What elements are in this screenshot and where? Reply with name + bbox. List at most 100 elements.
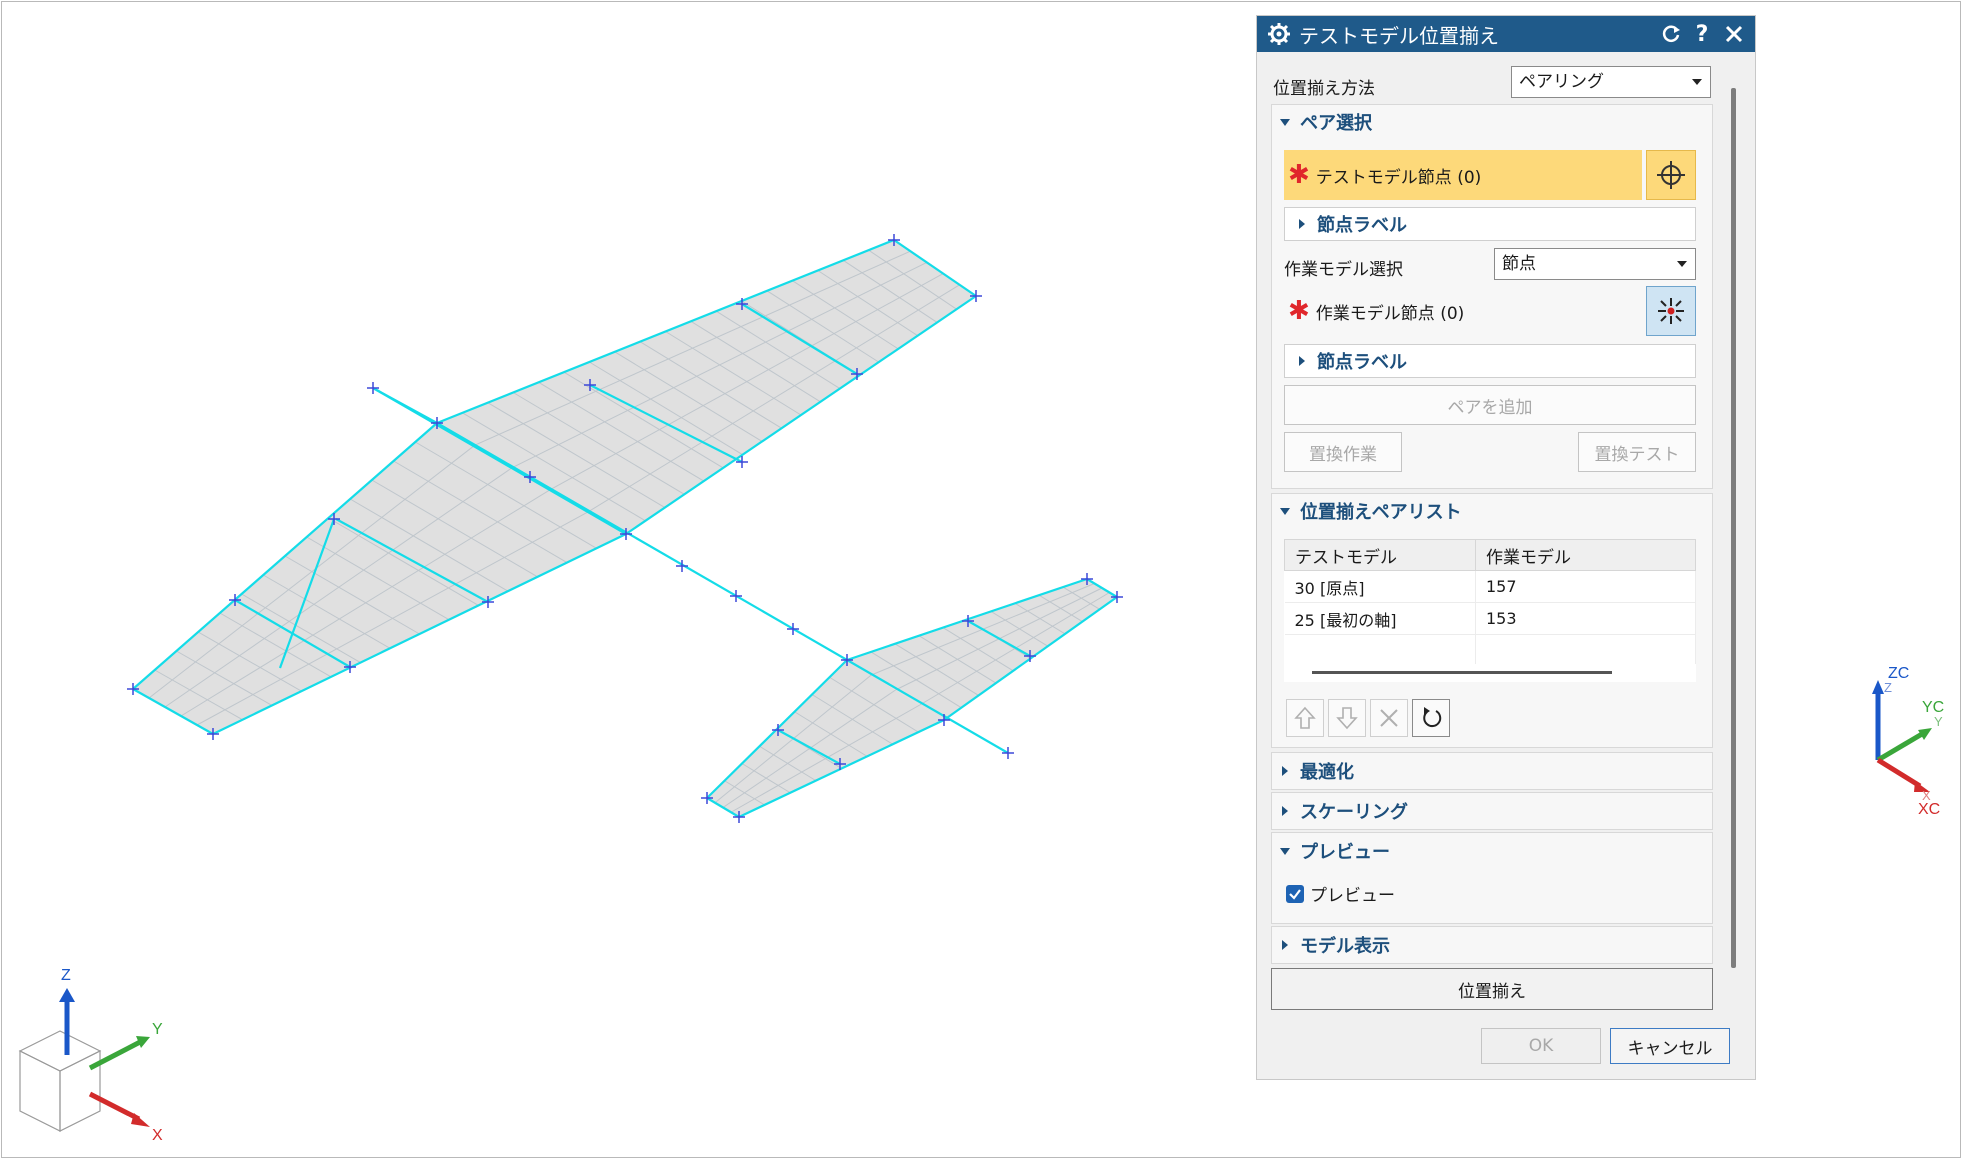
view-triad: Z Y X	[18, 967, 163, 1144]
wcs-z-label: Z	[1884, 680, 1892, 695]
scaling-section[interactable]: スケーリング	[1271, 792, 1713, 830]
caret-right-icon	[1282, 806, 1288, 816]
fuselage-beam	[436, 422, 1009, 754]
crosshair-icon	[1657, 161, 1685, 189]
align-button[interactable]: 位置揃え	[1271, 968, 1713, 1010]
table-row[interactable]	[1284, 634, 1696, 667]
test-model-nodes-selector[interactable]: ✱ テストモデル節点 (0)	[1284, 150, 1642, 200]
crosshair-select-button[interactable]	[1646, 150, 1696, 200]
test-model-nodes-label: テストモデル節点 (0)	[1315, 167, 1482, 188]
cancel-button[interactable]: キャンセル	[1610, 1028, 1730, 1064]
model-display-title: モデル表示	[1300, 936, 1390, 957]
node-label-title-2: 節点ラベル	[1317, 352, 1407, 373]
preview-section: プレビュー プレビュー	[1271, 832, 1713, 924]
pair-list-table: テストモデル 作業モデル 30 [原点] 157 25 [最初の軸] 153	[1284, 539, 1696, 667]
node-select-icon	[1658, 298, 1684, 324]
alignment-pair-list-header[interactable]: 位置揃えペアリスト	[1280, 494, 1462, 528]
help-icon[interactable]: ?	[1689, 16, 1715, 52]
alignment-pair-list-title: 位置揃えペアリスト	[1300, 502, 1462, 523]
preview-checkbox-label: プレビュー	[1310, 886, 1395, 906]
replace-work-button[interactable]: 置換作業	[1284, 432, 1402, 472]
table-row[interactable]: 25 [最初の軸] 153	[1284, 602, 1696, 635]
triad-z-arrowhead	[59, 988, 75, 1002]
pair-selection-group: ペア選択 ✱ テストモデル節点 (0) 節点ラベル 作業モデル選択 節点 ✱ 作…	[1271, 104, 1713, 489]
move-down-button[interactable]	[1328, 699, 1366, 737]
dialog-vertical-scrollbar[interactable]	[1731, 88, 1736, 968]
alignment-pair-list-group: 位置揃えペアリスト テストモデル 作業モデル 30 [原点] 157 25 [最…	[1271, 493, 1713, 748]
triad-x-axis	[88, 1091, 141, 1122]
work-model-select-value: 節点	[1502, 254, 1536, 274]
refresh-icon	[1423, 707, 1442, 728]
caret-down-icon	[1280, 847, 1290, 855]
table-cell	[1284, 634, 1476, 667]
wcs-triad: ZC Z YC Y X XC	[1872, 665, 1944, 818]
wcs-x-axis	[1876, 757, 1922, 789]
required-asterisk-icon: ✱	[1288, 296, 1310, 326]
checkmark-icon	[1289, 888, 1301, 900]
column-header-work-model[interactable]: 作業モデル	[1475, 539, 1696, 571]
reset-list-button[interactable]	[1412, 699, 1450, 737]
triad-cube	[18, 1030, 102, 1132]
preview-header[interactable]: プレビュー	[1280, 833, 1390, 869]
gear-icon[interactable]	[1267, 22, 1291, 46]
dialog-titlebar: テストモデル位置揃え ?	[1257, 16, 1755, 52]
test-model-alignment-dialog: テストモデル位置揃え ? 位置揃え方法 ペアリング ペア選択 ✱ テストモデル節…	[1256, 15, 1756, 1080]
node-label-section-2[interactable]: 節点ラベル	[1284, 344, 1696, 378]
add-pair-button[interactable]: ペアを追加	[1284, 385, 1696, 425]
table-cell: 25 [最初の軸]	[1284, 602, 1476, 635]
preview-title: プレビュー	[1300, 842, 1390, 863]
move-up-button[interactable]	[1286, 699, 1324, 737]
pair-selection-title: ペア選択	[1300, 113, 1372, 134]
work-model-nodes-selector[interactable]: ✱ 作業モデル節点 (0)	[1284, 293, 1464, 329]
caret-down-icon	[1280, 507, 1290, 515]
pair-list-header-row: テストモデル 作業モデル	[1284, 539, 1696, 571]
pair-list-horizontal-scrollbar[interactable]	[1284, 664, 1696, 682]
chevron-down-icon	[1677, 261, 1687, 267]
delete-x-icon	[1380, 709, 1398, 727]
arrow-up-icon	[1294, 706, 1316, 729]
table-row[interactable]: 30 [原点] 157	[1284, 570, 1696, 603]
triad-x-label: X	[152, 1127, 163, 1144]
model-display-section[interactable]: モデル表示	[1271, 926, 1713, 964]
scrollbar-thumb[interactable]	[1312, 671, 1612, 674]
table-cell	[1475, 634, 1696, 667]
close-icon[interactable]	[1719, 16, 1749, 52]
caret-down-icon	[1280, 118, 1290, 126]
caret-right-icon	[1299, 356, 1305, 366]
required-asterisk-icon: ✱	[1288, 160, 1310, 190]
reset-icon[interactable]	[1659, 16, 1685, 52]
optimize-header: 最適化	[1280, 753, 1354, 789]
triad-y-label: Y	[152, 1021, 163, 1038]
alignment-method-label: 位置揃え方法	[1273, 79, 1375, 99]
caret-right-icon	[1282, 766, 1288, 776]
pair-selection-header[interactable]: ペア選択	[1280, 105, 1372, 139]
node-label-section-1[interactable]: 節点ラベル	[1284, 207, 1696, 241]
delete-pair-button[interactable]	[1370, 699, 1408, 737]
ok-button[interactable]: OK	[1481, 1028, 1601, 1064]
wcs-y-label: Y	[1934, 714, 1943, 729]
table-cell: 153	[1475, 602, 1696, 635]
scaling-header: スケーリング	[1280, 793, 1408, 829]
replace-test-button[interactable]: 置換テスト	[1578, 432, 1696, 472]
table-cell: 157	[1475, 570, 1696, 603]
work-model-select-dropdown[interactable]: 節点	[1494, 248, 1696, 280]
work-model-select-label: 作業モデル選択	[1284, 260, 1403, 280]
graphics-viewport[interactable]: Z Y X	[0, 0, 1250, 1161]
optimize-title: 最適化	[1300, 762, 1354, 783]
chevron-down-icon	[1692, 79, 1702, 85]
column-header-test-model[interactable]: テストモデル	[1284, 539, 1476, 571]
airplane-mesh	[127, 234, 1123, 823]
caret-right-icon	[1282, 940, 1288, 950]
caret-right-icon	[1299, 219, 1305, 229]
node-label-title-1: 節点ラベル	[1317, 215, 1407, 236]
alignment-method-value: ペアリング	[1519, 72, 1604, 92]
alignment-method-dropdown[interactable]: ペアリング	[1511, 66, 1711, 98]
optimize-section[interactable]: 最適化	[1271, 752, 1713, 790]
model-display-header: モデル表示	[1280, 927, 1390, 963]
work-model-nodes-label: 作業モデル節点 (0)	[1315, 303, 1465, 324]
preview-checkbox[interactable]	[1286, 884, 1304, 903]
preview-checkbox-row[interactable]: プレビュー	[1286, 881, 1395, 906]
node-select-button[interactable]	[1646, 286, 1696, 336]
dialog-title: テストモデル位置揃え	[1299, 23, 1499, 48]
triad-x-arrowhead	[131, 1113, 150, 1127]
